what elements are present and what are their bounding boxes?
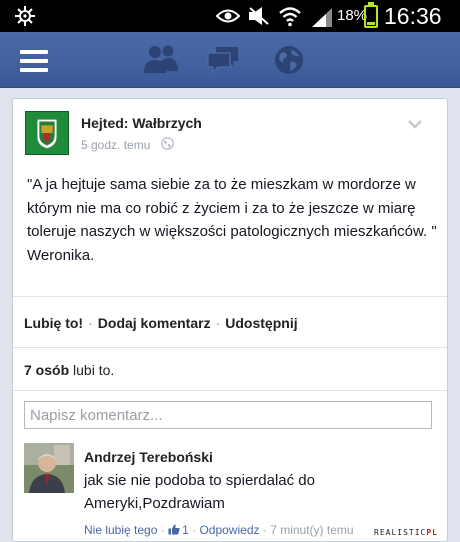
battery-fill: [367, 21, 375, 25]
menu-icon[interactable]: [20, 50, 48, 72]
comment-meta: Nie lubię tego · 1 · Odpowiedz · 7 minut…: [84, 523, 354, 537]
likes-count: 7 osób: [24, 362, 70, 378]
wifi-icon: [279, 7, 301, 27]
battery-percent: 18%: [337, 7, 368, 24]
app-wheel-icon: [15, 6, 35, 26]
comment-like-count[interactable]: 1: [182, 523, 189, 537]
eye-icon: [216, 9, 240, 23]
meta-separator: ·: [160, 523, 165, 537]
meta-separator: ·: [192, 523, 197, 537]
comment-input[interactable]: [24, 401, 432, 429]
divider: [13, 390, 447, 391]
divider: [13, 296, 447, 297]
status-bar: 18% 16:36: [0, 0, 460, 32]
public-globe-icon: [161, 137, 174, 150]
chevron-down-icon[interactable]: [408, 119, 422, 129]
comment-text: jak sie nie podoba to spierdalać do Amer…: [84, 472, 315, 512]
meta-separator: ·: [262, 523, 267, 537]
watermark-suffix: PL: [426, 528, 438, 537]
share-button[interactable]: Udostępnij: [225, 315, 297, 331]
avatar[interactable]: [24, 443, 74, 493]
action-separator: ·: [88, 315, 93, 331]
commenter-name[interactable]: Andrzej Tereboński: [84, 449, 213, 465]
post-actions: Lubię to! · Dodaj komentarz · Udostępnij: [24, 315, 298, 331]
mute-icon: [249, 7, 269, 25]
signal-icon: [312, 8, 332, 27]
notifications-globe-icon[interactable]: [274, 45, 304, 75]
divider: [13, 347, 447, 348]
action-separator: ·: [215, 315, 221, 331]
watermark: REALISTICPL: [374, 528, 438, 537]
like-button[interactable]: Lubię to!: [24, 315, 83, 331]
top-navbar: [0, 32, 460, 88]
likes-summary[interactable]: 7 osób lubi to.: [24, 362, 114, 378]
reply-button[interactable]: Odpowiedz: [199, 523, 259, 537]
post-card: Hejted: Wałbrzych 5 godz. temu "A ja hej…: [12, 98, 448, 542]
page-name[interactable]: Hejted: Wałbrzych: [81, 115, 202, 131]
comment-timestamp: 7 minut(y) temu: [270, 523, 354, 537]
likes-suffix: lubi to.: [73, 362, 115, 378]
unlike-comment-button[interactable]: Nie lubię tego: [84, 523, 157, 537]
battery-icon: [364, 5, 378, 28]
post-text: "A ja hejtuje sama siebie za to że miesz…: [27, 176, 437, 264]
post-timestamp[interactable]: 5 godz. temu: [81, 138, 150, 152]
watermark-text: REALISTIC: [374, 528, 427, 537]
friend-requests-icon[interactable]: [143, 44, 179, 74]
page-avatar[interactable]: [25, 111, 69, 155]
add-comment-button[interactable]: Dodaj komentarz: [98, 315, 211, 331]
clock: 16:36: [384, 3, 442, 29]
messages-icon[interactable]: [206, 45, 240, 75]
thumbs-up-icon: [168, 524, 180, 535]
